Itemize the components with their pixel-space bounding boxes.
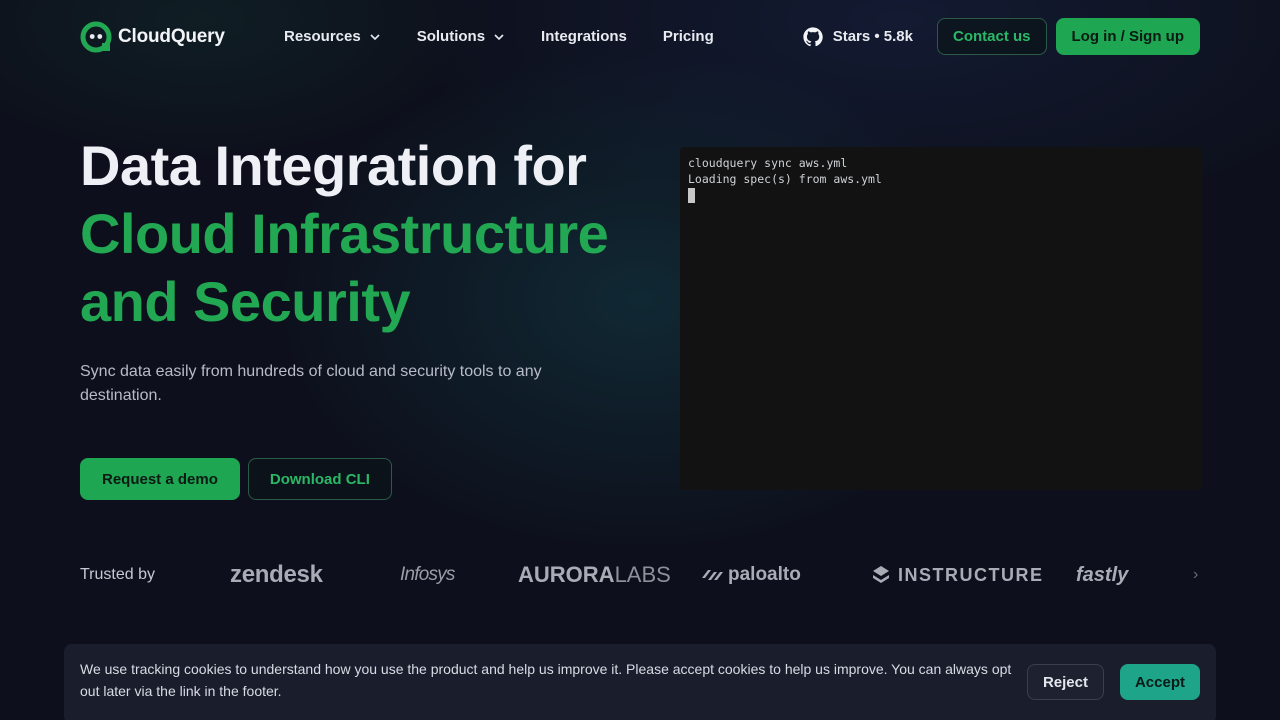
top-navbar: CloudQuery Resources Solutions Integrati… (80, 18, 1200, 55)
cookie-text: We use tracking cookies to understand ho… (80, 661, 1012, 699)
hero-title: Data Integration for Cloud Infrastructur… (80, 132, 640, 336)
terminal-cursor (688, 188, 695, 203)
cookie-banner: We use tracking cookies to understand ho… (64, 644, 1216, 720)
brand-logo[interactable]: CloudQuery (80, 21, 284, 53)
hero-subtitle: Sync data easily from hundreds of cloud … (80, 363, 542, 404)
login-signup-button[interactable]: Log in / Sign up (1055, 18, 1200, 55)
brand-name: CloudQuery (118, 25, 225, 47)
auroralabs-logo: AURORA LABS (518, 560, 671, 590)
accept-cookies-button[interactable]: Accept (1119, 664, 1200, 700)
github-icon (803, 26, 823, 46)
trusted-by-label: Trusted by (80, 566, 155, 583)
nav-solutions[interactable]: Solutions (417, 28, 505, 45)
nav-links: Resources Solutions Integrations Pricing (284, 28, 750, 45)
chevron-down-icon (494, 33, 504, 40)
hero-title-line3: and Security (80, 270, 411, 333)
nav-pricing[interactable]: Pricing (663, 28, 714, 45)
paloalto-wordmark: paloalto (728, 564, 801, 585)
chevron-right-icon: › (1193, 566, 1199, 583)
contact-us-button[interactable]: Contact us (937, 18, 1047, 55)
customer-logos: zendesk Infosys AURORA LABS paloalto INST… (230, 560, 1200, 590)
nav-pricing-label: Pricing (662, 28, 714, 45)
nav-solutions-label: Solutions (416, 28, 486, 45)
auroralabs-logo-bold: AURORA (518, 562, 615, 587)
nav-resources-label: Resources (284, 28, 361, 45)
terminal-line: Loading spec(s) from aws.yml (688, 172, 882, 186)
fastly-logo: fastly (1076, 563, 1129, 586)
terminal-demo: cloudquery sync aws.yml Loading spec(s) … (680, 147, 1202, 490)
nav-integrations-label: Integrations (541, 28, 627, 45)
hero-cta-group: Request a demo Download CLI (80, 458, 392, 500)
instructure-wordmark: INSTRUCTURE (898, 564, 1044, 585)
cloudquery-logo-icon (80, 21, 112, 52)
trusted-by-section: Trusted by zendesk Infosys AURORA LABS pa… (80, 560, 1200, 590)
stars-count: Stars • 5.8k (832, 28, 913, 45)
zendesk-logo: zendesk (230, 561, 323, 588)
nav-integrations[interactable]: Integrations (541, 28, 627, 45)
paloalto-icon (702, 570, 723, 580)
download-cli-button[interactable]: Download CLI (247, 458, 392, 500)
infosys-logo: Infosys (400, 564, 455, 585)
github-stars-link[interactable]: Stars • 5.8k (802, 26, 913, 48)
chevron-down-icon (370, 33, 380, 40)
hero-title-line2: Cloud Infrastructure (80, 202, 609, 265)
auroralabs-logo-light: LABS (614, 562, 671, 587)
reject-cookies-button[interactable]: Reject (1026, 664, 1104, 700)
nav-actions: Stars • 5.8k Contact us Log in / Sign up (802, 18, 1200, 55)
instructure-icon (873, 566, 889, 583)
terminal-line: cloudquery sync aws.yml (688, 156, 848, 170)
hero-title-line1: Data Integration for (80, 134, 587, 197)
nav-resources[interactable]: Resources (284, 28, 381, 45)
request-demo-button[interactable]: Request a demo (80, 458, 240, 500)
paloalto-logo: paloalto (700, 560, 801, 590)
instructure-logo: INSTRUCTURE (872, 560, 1044, 590)
cookie-actions: Reject Accept (1026, 664, 1200, 700)
